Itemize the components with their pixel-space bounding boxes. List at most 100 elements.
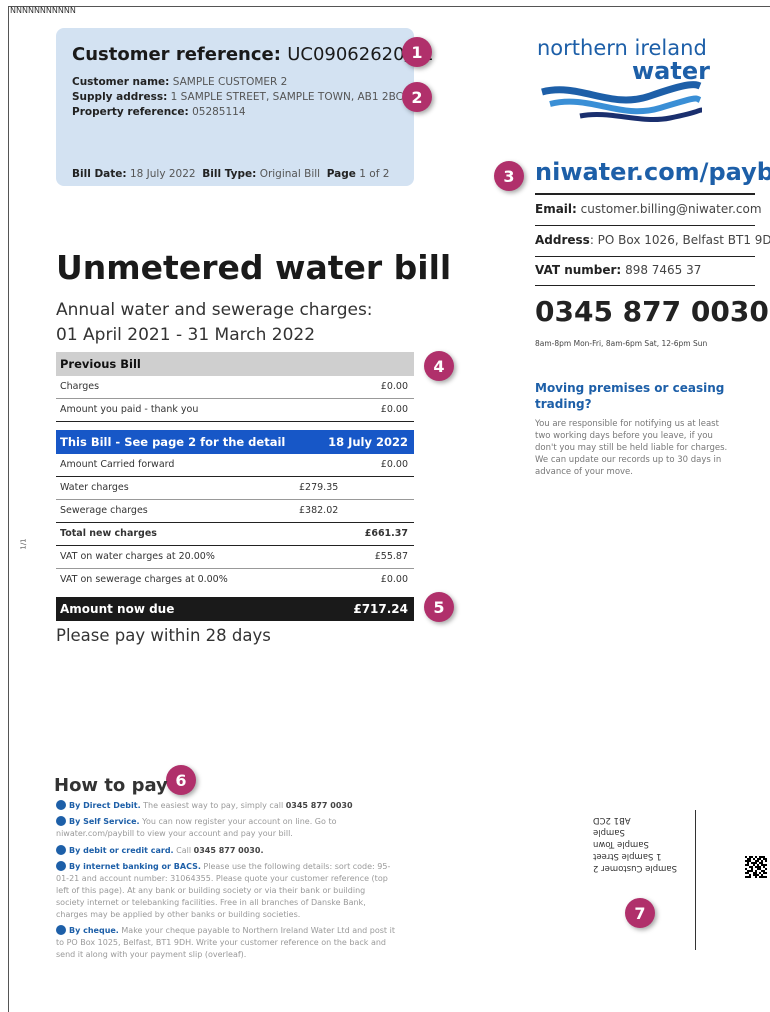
pay-option-heading: By Direct Debit.	[69, 801, 141, 810]
divider	[535, 193, 755, 195]
logo-wave-icon	[541, 81, 703, 123]
previous-bill-header: Previous Bill	[56, 352, 414, 376]
bill-title: Unmetered water bill	[56, 248, 452, 287]
mailing-address-line: 1 Sample Street	[593, 851, 662, 861]
divider	[535, 256, 755, 257]
bill-date-row: Bill Date: 18 July 2022 Bill Type: Origi…	[72, 168, 389, 180]
how-to-pay-title: How to pay	[54, 775, 168, 796]
mailing-address: Sample Customer 2 1 Sample Street Sample…	[593, 814, 688, 874]
property-reference: 05285114	[192, 106, 246, 118]
customer-reference: Customer reference: UC09062620/01	[72, 44, 434, 65]
moving-premises-text: You are responsible for notifying us at …	[535, 419, 728, 477]
address-label: Address	[535, 233, 590, 247]
pay-option-heading: By cheque.	[69, 926, 119, 935]
bank-icon	[56, 861, 66, 871]
pay-option-self-service: By Self Service. You can now register yo…	[56, 816, 396, 840]
mailing-address-line: Sample Town	[593, 839, 649, 849]
page-border-left	[8, 6, 9, 1012]
table-row: Sewerage charges £382.02	[56, 500, 414, 523]
table-row: Charges £0.00	[56, 376, 414, 399]
total-new-charges-label: Total new charges	[60, 528, 157, 539]
table-row: Amount you paid - thank you £0.00	[56, 399, 414, 422]
this-bill-date: 18 July 2022	[328, 435, 408, 449]
phone-number: 0345 877 0030	[535, 295, 769, 328]
table-row: VAT on water charges at 20.00% £55.87	[56, 546, 414, 569]
vat-value: 898 7465 37	[625, 263, 702, 277]
carried-forward-label: Amount Carried forward	[60, 459, 175, 470]
vat-sewerage-value: £0.00	[380, 574, 408, 585]
direct-debit-icon	[56, 800, 66, 810]
bill-type-label: Bill Type:	[202, 168, 257, 180]
pay-option-direct-debit: By Direct Debit. The easiest way to pay,…	[56, 800, 396, 812]
marker-3: 3	[494, 161, 524, 191]
table-row: Water charges £279.35	[56, 477, 414, 500]
this-bill-header: This Bill - See page 2 for the detail 18…	[56, 430, 414, 454]
pay-option-heading: By debit or credit card.	[69, 846, 174, 855]
table-row: Amount Carried forward £0.00	[56, 454, 414, 477]
table-row: VAT on sewerage charges at 0.00% £0.00	[56, 569, 414, 591]
marker-1: 1	[402, 37, 432, 67]
sewerage-charges-label: Sewerage charges	[60, 505, 148, 516]
email-value: customer.billing@niwater.com	[580, 202, 762, 216]
supply-address: 1 SAMPLE STREET, SAMPLE TOWN, AB1 2BC	[170, 91, 403, 103]
address-row: Address: PO Box 1026, Belfast BT1 9DJ	[535, 233, 770, 247]
self-service-icon	[56, 816, 66, 826]
amount-due-value: £717.24	[353, 602, 408, 616]
pay-within-notice: Please pay within 28 days	[56, 626, 271, 645]
supply-address-label: Supply address:	[72, 91, 168, 103]
property-reference-label: Property reference:	[72, 106, 189, 118]
pay-option-text: Call	[173, 846, 194, 855]
vat-sewerage-label: VAT on sewerage charges at 0.00%	[60, 574, 228, 585]
marker-4: 4	[424, 351, 454, 381]
pay-option-heading: By internet banking or BACS.	[69, 862, 201, 871]
customer-name-label: Customer name:	[72, 76, 170, 88]
vat-row: VAT number: 898 7465 37	[535, 263, 701, 277]
pay-option-internet-banking: By internet banking or BACS. Please use …	[56, 861, 396, 921]
pay-option-phone: 0345 877 0030	[285, 801, 353, 810]
side-page-marker: 1/1	[19, 538, 28, 550]
bill-subtitle-line2: 01 April 2021 - 31 March 2022	[56, 325, 316, 345]
cheque-icon	[56, 925, 66, 935]
vat-water-value: £55.87	[374, 551, 408, 562]
header-code: NNNNNNNNNNN	[10, 6, 76, 15]
mailing-address-line: Sample Customer 2	[593, 863, 677, 873]
bill-summary-table: Previous Bill Charges £0.00 Amount you p…	[56, 352, 414, 621]
bill-date-label: Bill Date:	[72, 168, 127, 180]
property-reference-row: Property reference: 05285114	[72, 106, 246, 118]
customer-name-row: Customer name: SAMPLE CUSTOMER 2	[72, 76, 287, 88]
pay-option-phone: 0345 877 0030.	[193, 846, 264, 855]
qr-code-icon	[745, 856, 767, 878]
pay-option-heading: By Self Service.	[69, 817, 140, 826]
page-label: Page	[326, 168, 356, 180]
email-label: Email:	[535, 202, 577, 216]
paid-label: Amount you paid - thank you	[60, 404, 199, 415]
email-row: Email: customer.billing@niwater.com	[535, 202, 762, 216]
charges-label: Charges	[60, 381, 100, 392]
customer-name: SAMPLE CUSTOMER 2	[172, 76, 288, 88]
paybill-link[interactable]: niwater.com/paybill	[535, 158, 770, 186]
marker-2: 2	[402, 82, 432, 112]
charges-value: £0.00	[380, 381, 408, 392]
mailing-address-line: Sample	[593, 827, 625, 837]
divider	[535, 225, 755, 226]
opening-hours: 8am-8pm Mon-Fri, 8am-6pm Sat, 12-6pm Sun	[535, 339, 708, 348]
carried-forward-value: £0.00	[380, 459, 408, 470]
customer-reference-label: Customer reference:	[72, 44, 281, 65]
page-value: 1 of 2	[359, 168, 390, 180]
marker-7: 7	[625, 898, 655, 928]
paid-value: £0.00	[380, 404, 408, 415]
sewerage-charges-value: £382.02	[299, 505, 339, 516]
marker-6: 6	[166, 765, 196, 795]
water-charges-label: Water charges	[60, 482, 129, 493]
address-value: : PO Box 1026, Belfast BT1 9DJ	[589, 233, 770, 247]
bill-type: Original Bill	[259, 168, 321, 180]
address-divider	[695, 810, 696, 950]
bill-date: 18 July 2022	[129, 168, 196, 180]
bill-subtitle: Annual water and sewerage charges: 01 Ap…	[56, 298, 373, 348]
water-charges-value: £279.35	[299, 482, 339, 493]
page-border-top	[8, 6, 770, 7]
total-new-charges-value: £661.37	[364, 528, 408, 539]
pay-option-card: By debit or credit card. Call 0345 877 0…	[56, 845, 396, 857]
pay-option-text: The easiest way to pay, simply call	[140, 801, 286, 810]
previous-bill-label: Previous Bill	[60, 357, 141, 371]
